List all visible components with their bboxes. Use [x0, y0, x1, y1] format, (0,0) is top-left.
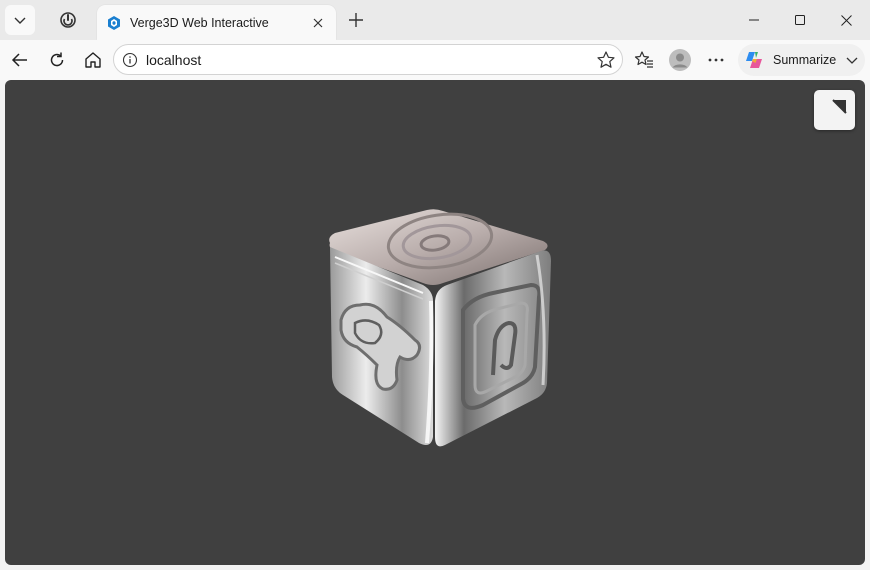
chevron-down-icon[interactable] [845, 53, 859, 67]
fullscreen-button[interactable] [814, 90, 855, 130]
summarize-label: Summarize [773, 53, 837, 67]
browser-tab-active[interactable]: Verge3D Web Interactive [97, 5, 336, 40]
refresh-icon [50, 52, 64, 67]
close-icon [313, 18, 323, 27]
navigation-toolbar: localhost Summarize [0, 40, 870, 80]
favorites-icon [634, 51, 653, 68]
favorites-button[interactable] [630, 46, 658, 74]
new-tab-button[interactable] [343, 7, 369, 33]
more-options-button[interactable] [702, 46, 730, 74]
tab-close-button[interactable] [308, 13, 328, 33]
url-text[interactable]: localhost [146, 52, 201, 68]
chrome-cube-model [329, 209, 551, 447]
home-icon [85, 52, 101, 68]
chevron-down-icon [14, 17, 26, 24]
webgl-canvas[interactable] [5, 80, 865, 565]
close-icon [840, 14, 852, 26]
fullscreen-toggle-icon [832, 99, 847, 114]
close-window-button[interactable] [823, 0, 869, 40]
summarize-button[interactable]: Summarize [738, 44, 865, 76]
more-horizontal-icon [708, 58, 724, 62]
arrow-left-icon [11, 53, 27, 67]
maximize-button[interactable] [777, 0, 823, 40]
back-button[interactable] [4, 44, 36, 76]
workspaces-button[interactable] [53, 5, 83, 35]
star-icon[interactable] [596, 50, 616, 70]
maximize-icon [795, 15, 805, 25]
title-bar: Verge3D Web Interactive [0, 0, 870, 40]
reload-button[interactable] [41, 44, 73, 76]
minimize-icon [749, 19, 759, 21]
profile-button[interactable] [666, 46, 694, 74]
info-icon[interactable] [122, 52, 138, 68]
verge3d-logo-icon [108, 15, 120, 30]
plus-icon [349, 13, 363, 27]
copilot-icon [746, 52, 762, 68]
workspaces-icon [60, 12, 76, 28]
tab-actions-button[interactable] [5, 5, 35, 35]
tab-title: Verge3D Web Interactive [130, 15, 269, 30]
address-bar[interactable]: localhost [113, 44, 623, 75]
home-button[interactable] [77, 44, 109, 76]
avatar-icon [669, 49, 691, 71]
minimize-button[interactable] [731, 0, 777, 40]
